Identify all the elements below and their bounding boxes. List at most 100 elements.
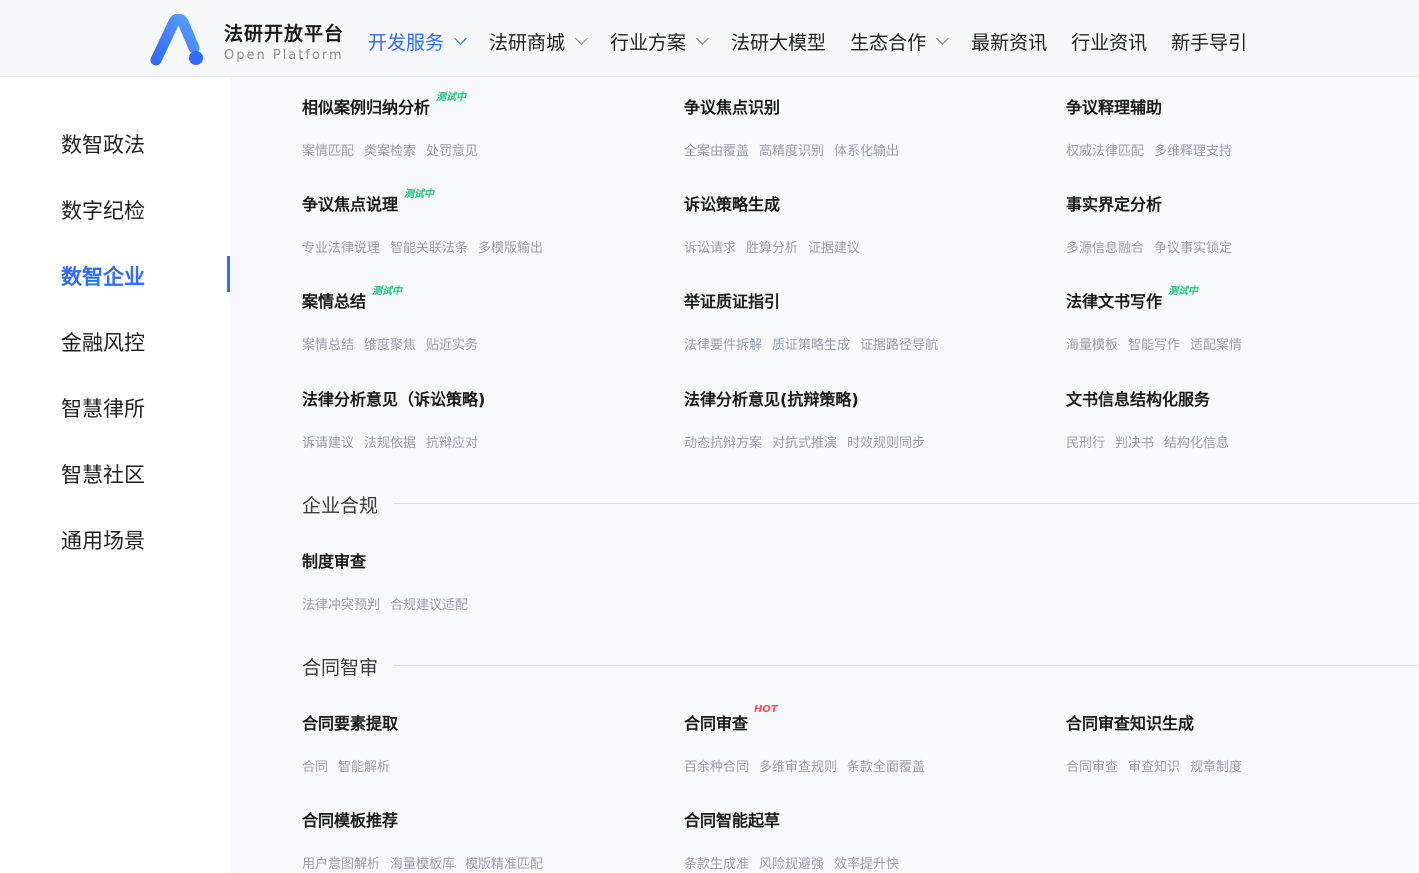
card-title: 合同审查 bbox=[684, 714, 749, 733]
service-card[interactable]: 相似案例归纳分析 测试中 案情匹配 类案检索 处罚意见 bbox=[302, 92, 642, 159]
card-title: 争议释理辅助 bbox=[1066, 98, 1163, 117]
section-heading-enterprise-compliance: 企业合规 bbox=[302, 495, 379, 517]
testing-badge: 测试中 bbox=[1168, 286, 1199, 297]
service-card[interactable]: 争议释理辅助 权威法律匹配 多维释理支持 bbox=[1066, 94, 1406, 159]
nav-label: 行业方案 bbox=[610, 31, 687, 54]
service-card[interactable]: 制度审查 法律冲突预判 合规建议适配 bbox=[302, 548, 642, 613]
card-tag: 适配案情 bbox=[1190, 338, 1243, 353]
card-tag: 质证策略生成 bbox=[772, 338, 851, 353]
card-tag: 多维释理支持 bbox=[1154, 144, 1233, 159]
card-title: 法律分析意见（诉讼策略) bbox=[302, 390, 486, 409]
chevron-down-icon bbox=[575, 31, 588, 45]
service-card[interactable]: 事实界定分析 多源信息融合 争议事实锁定 bbox=[1066, 191, 1406, 256]
nav-item-large-model[interactable]: 法研大模型 bbox=[731, 28, 826, 55]
category-sidebar: 数智政法 数字纪检 数智企业 金融风控 智慧律所 智慧社区 通用场景 bbox=[0, 78, 230, 873]
card-tag: 判决书 bbox=[1115, 436, 1155, 451]
card-tag: 法律要件拆解 bbox=[684, 338, 763, 353]
card-title: 合同审查知识生成 bbox=[1066, 714, 1195, 733]
card-title: 合同智能起草 bbox=[684, 811, 781, 830]
service-card[interactable]: 合同智能起草 条款生成准 风险规避强 效率提升快 bbox=[684, 807, 1024, 872]
section-divider bbox=[393, 503, 1419, 504]
card-tag: 动态抗辩方案 bbox=[684, 436, 763, 451]
card-tag: 合同审查 bbox=[1066, 760, 1119, 775]
card-title: 争议焦点说理 bbox=[302, 195, 399, 214]
card-tag: 对抗式推演 bbox=[772, 436, 838, 451]
card-tag: 法律冲突预判 bbox=[302, 598, 381, 613]
testing-badge: 测试中 bbox=[436, 92, 467, 103]
sidebar-item-smart-enterprise[interactable]: 数智企业 bbox=[61, 261, 145, 291]
card-title: 法律文书写作 bbox=[1066, 292, 1163, 311]
card-title: 诉讼策略生成 bbox=[684, 195, 781, 214]
card-title: 法律分析意见(抗辩策略) bbox=[684, 390, 859, 409]
platform-logo-icon[interactable] bbox=[150, 14, 206, 68]
card-tag: 规章制度 bbox=[1190, 760, 1243, 775]
service-card[interactable]: 举证质证指引 法律要件拆解 质证策略生成 证据路径导航 bbox=[684, 288, 1024, 353]
nav-item-ecosystem[interactable]: 生态合作 bbox=[850, 28, 949, 55]
card-tag: 智能关联法条 bbox=[390, 241, 469, 256]
card-tag: 海量模板 bbox=[1066, 338, 1119, 353]
service-card[interactable]: 法律分析意见(抗辩策略) 动态抗辩方案 对抗式推演 时效规则同步 bbox=[684, 386, 1024, 451]
service-card[interactable]: 案情总结 测试中 案情总结 维度聚焦 贴近实务 bbox=[302, 286, 642, 353]
card-tag: 专业法律说理 bbox=[302, 241, 381, 256]
brand-subtitle: Open Platform bbox=[224, 48, 344, 63]
card-tag: 高精度识别 bbox=[759, 144, 825, 159]
sidebar-item-general-scenarios[interactable]: 通用场景 bbox=[61, 525, 145, 555]
service-card[interactable]: 法律文书写作 测试中 海量模板 智能写作 适配案情 bbox=[1066, 286, 1406, 353]
card-tag: 胜算分析 bbox=[746, 241, 799, 256]
testing-badge: 测试中 bbox=[404, 189, 435, 200]
service-card[interactable]: 争议焦点说理 测试中 专业法律说理 智能关联法条 多模版输出 bbox=[302, 189, 642, 256]
nav-item-latest-news[interactable]: 最新资讯 bbox=[971, 28, 1047, 55]
service-card[interactable]: 争议焦点识别 全案由覆盖 高精度识别 体系化输出 bbox=[684, 94, 1024, 159]
nav-item-mall[interactable]: 法研商城 bbox=[489, 28, 588, 55]
card-tag: 多模版输出 bbox=[478, 241, 544, 256]
card-tag: 智能写作 bbox=[1128, 338, 1181, 353]
service-card[interactable]: 合同要素提取 合同 智能解析 bbox=[302, 710, 642, 775]
sidebar-item-digital-discipline[interactable]: 数字纪检 bbox=[61, 195, 145, 225]
nav-item-dev-services[interactable]: 开发服务 bbox=[368, 28, 467, 55]
main-nav: 开发服务 法研商城 行业方案 法研大模型 生态合作 最新资讯 行业资讯 新手导引 bbox=[368, 27, 1271, 55]
card-tag: 诉讼请求 bbox=[684, 241, 737, 256]
chevron-down-icon bbox=[696, 31, 709, 45]
service-card[interactable]: 文书信息结构化服务 民刑行 判决书 结构化信息 bbox=[1066, 386, 1406, 451]
chevron-down-icon bbox=[936, 31, 949, 45]
nav-label: 新手导引 bbox=[1171, 31, 1248, 54]
card-title: 举证质证指引 bbox=[684, 292, 781, 311]
card-tag: 用户意图解析 bbox=[302, 857, 381, 872]
nav-item-beginner-guide[interactable]: 新手导引 bbox=[1171, 28, 1247, 55]
card-tag: 民刑行 bbox=[1066, 436, 1106, 451]
service-card[interactable]: 诉讼策略生成 诉讼请求 胜算分析 证据建议 bbox=[684, 191, 1024, 256]
card-tag: 智能解析 bbox=[338, 760, 391, 775]
nav-label: 法研大模型 bbox=[731, 31, 827, 54]
nav-item-industry-solutions[interactable]: 行业方案 bbox=[610, 28, 709, 55]
card-tag: 海量模板库 bbox=[390, 857, 456, 872]
nav-item-industry-news[interactable]: 行业资讯 bbox=[1071, 28, 1147, 55]
service-card[interactable]: 合同审查知识生成 合同审查 审查知识 规章制度 bbox=[1066, 710, 1406, 775]
sidebar-item-smart-community[interactable]: 智慧社区 bbox=[61, 459, 145, 489]
card-tag: 贴近实务 bbox=[426, 338, 479, 353]
card-tag: 证据路径导航 bbox=[860, 338, 939, 353]
service-card[interactable]: 合同模板推荐 用户意图解析 海量模板库 模版精准匹配 bbox=[302, 807, 642, 872]
card-tag: 争议事实锁定 bbox=[1154, 241, 1233, 256]
service-card[interactable]: 合同审查 HOT 百余种合同 多维审查规则 条款全面覆盖 bbox=[684, 704, 1024, 775]
brand-title[interactable]: 法研开放平台 bbox=[224, 19, 344, 46]
sidebar-item-financial-risk[interactable]: 金融风控 bbox=[61, 327, 145, 357]
card-title: 合同要素提取 bbox=[302, 714, 399, 733]
nav-label: 最新资讯 bbox=[971, 31, 1048, 54]
card-tag: 合规建议适配 bbox=[390, 598, 469, 613]
card-tag: 结构化信息 bbox=[1164, 436, 1230, 451]
card-tag: 模版精准匹配 bbox=[465, 857, 544, 872]
service-card[interactable]: 法律分析意见（诉讼策略) 诉请建议 法规依据 抗辩应对 bbox=[302, 386, 642, 451]
card-tag: 法规依据 bbox=[364, 436, 417, 451]
card-tag: 体系化输出 bbox=[834, 144, 900, 159]
sidebar-item-smart-law-firm[interactable]: 智慧律所 bbox=[61, 393, 145, 423]
card-tag: 案情匹配 bbox=[302, 144, 355, 159]
section-heading-contract-review: 合同智审 bbox=[302, 657, 379, 679]
card-tag: 多源信息融合 bbox=[1066, 241, 1145, 256]
card-tag: 百余种合同 bbox=[684, 760, 750, 775]
card-tag: 处罚意见 bbox=[426, 144, 479, 159]
card-title: 合同模板推荐 bbox=[302, 811, 399, 830]
card-tag: 时效规则同步 bbox=[847, 436, 926, 451]
card-title: 制度审查 bbox=[302, 552, 367, 571]
card-tag: 效率提升快 bbox=[834, 857, 900, 872]
sidebar-item-smart-politics-law[interactable]: 数智政法 bbox=[61, 129, 145, 159]
